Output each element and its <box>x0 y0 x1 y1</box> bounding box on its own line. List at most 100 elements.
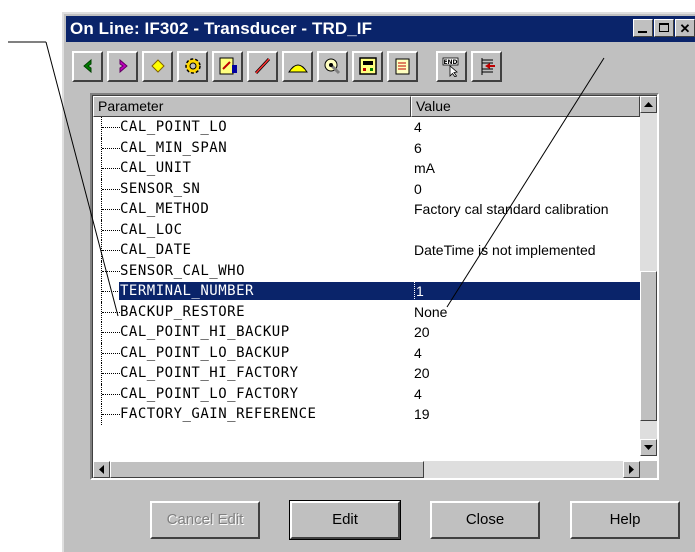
parameter-name: TERMINAL_NUMBER <box>120 283 254 299</box>
display-device-button[interactable] <box>352 50 383 82</box>
parameter-name: CAL_LOC <box>120 221 183 238</box>
parameter-name: CAL_POINT_LO <box>120 119 228 135</box>
table-row[interactable]: CAL_MIN_SPAN 6 <box>93 137 640 158</box>
wrench-globe-icon <box>324 58 340 75</box>
parameter-name: SENSOR_SN <box>120 180 201 197</box>
horizontal-scroll-thumb[interactable] <box>110 461 424 478</box>
display-device-icon <box>358 57 377 75</box>
parameter-name: CAL_METHOD <box>120 201 210 217</box>
parameter-name: CAL_POINT_HI_BACKUP <box>120 324 290 340</box>
parameter-value: Factory cal standard calibration <box>414 201 609 217</box>
help-button[interactable]: Help <box>570 501 680 539</box>
parameter-name: SENSOR_CAL_WHO <box>120 262 246 279</box>
table-row[interactable]: BACKUP_RESTORE None <box>93 301 640 322</box>
table-row[interactable]: SENSOR_SN 0 <box>93 178 640 199</box>
header-parameter[interactable]: Parameter <box>93 96 411 117</box>
table-row[interactable]: SENSOR_CAL_WHO <box>93 260 640 281</box>
parameter-name: CAL_POINT_HI_FACTORY <box>120 365 299 381</box>
chart-icon <box>287 64 308 73</box>
vertical-scroll-thumb[interactable] <box>640 271 657 421</box>
end-button[interactable]: END <box>436 50 467 82</box>
meter-button[interactable] <box>212 50 243 82</box>
parameter-value: 6 <box>414 139 422 156</box>
table-row[interactable]: CAL_POINT_LO_FACTORY 4 <box>93 383 640 404</box>
parameter-value: 20 <box>414 324 430 340</box>
parameter-name: FACTORY_GAIN_REFERENCE <box>120 406 317 422</box>
scroll-right-button[interactable] <box>623 461 640 478</box>
scroll-up-button[interactable] <box>640 96 657 113</box>
minimize-icon <box>638 31 647 33</box>
parameter-rows: CAL_POINT_LO 4 CAL_MIN_SPAN 6 CAL_UNIT mA SENS… <box>93 117 640 456</box>
scroll-left-button[interactable] <box>93 461 110 478</box>
parameter-value: None <box>414 303 448 320</box>
list-arrow-button[interactable] <box>471 50 502 82</box>
parameter-name: CAL_MIN_SPAN <box>120 139 228 156</box>
horizontal-scrollbar[interactable] <box>93 461 640 478</box>
left-arrow-icon <box>98 465 104 474</box>
close-icon: ✕ <box>679 20 691 36</box>
scroll-down-button[interactable] <box>640 439 657 456</box>
parameter-name: CAL_POINT_LO_BACKUP <box>120 344 290 361</box>
scroll-icon <box>395 58 409 75</box>
title-bar[interactable]: On Line: IF302 - Transducer - TRD_IF ✕ <box>66 16 695 42</box>
cancel-edit-button[interactable]: Cancel Edit <box>150 501 260 539</box>
parameter-value-editor[interactable]: 1 <box>414 281 424 301</box>
end-cursor-icon: END <box>442 57 458 77</box>
down-arrow-icon <box>644 444 653 450</box>
diamond-button[interactable] <box>142 50 173 82</box>
trend-button[interactable] <box>282 50 313 82</box>
parameter-grid: Parameter Value CAL_POINT_LO 4 CAL_MIN_SPA… <box>90 93 659 480</box>
gear-icon <box>184 58 201 74</box>
up-arrow-icon <box>644 101 653 107</box>
transducer-window: On Line: IF302 - Transducer - TRD_IF ✕ E… <box>62 12 695 552</box>
parameter-value: mA <box>414 160 435 176</box>
close-button[interactable]: Close <box>430 501 540 539</box>
table-row[interactable]: CAL_POINT_LO_BACKUP 4 <box>93 342 640 363</box>
parameter-value: 20 <box>414 365 430 381</box>
table-row[interactable]: FACTORY_GAIN_REFERENCE 19 <box>93 404 640 425</box>
parameter-name: BACKUP_RESTORE <box>120 303 246 320</box>
minimize-button[interactable] <box>633 19 653 37</box>
parameter-name: CAL_DATE <box>120 242 192 258</box>
list-arrow-icon <box>481 58 495 75</box>
dialog-buttons: Cancel Edit Edit Close Help <box>64 500 695 541</box>
meter-icon <box>219 57 237 75</box>
parameter-value: 19 <box>414 406 430 422</box>
maximize-button[interactable] <box>654 19 674 37</box>
toolbar: END <box>66 47 695 85</box>
parameter-name: CAL_UNIT <box>120 160 192 176</box>
scroll-button[interactable] <box>387 50 418 82</box>
parameter-value: DateTime is not implemented <box>414 242 596 258</box>
table-row[interactable]: CAL_DATE DateTime is not implemented <box>93 240 640 261</box>
window-controls: ✕ <box>633 19 695 37</box>
table-row[interactable]: CAL_LOC <box>93 219 640 240</box>
parameter-name: CAL_POINT_LO_FACTORY <box>120 385 299 402</box>
table-row[interactable]: CAL_POINT_LO 4 <box>93 117 640 138</box>
scroll-corner <box>640 461 657 478</box>
wrench-globe-button[interactable] <box>317 50 348 82</box>
forward-button[interactable] <box>107 50 138 82</box>
table-row[interactable]: CAL_UNIT mA <box>93 158 640 179</box>
grid-header: Parameter Value <box>93 96 640 117</box>
end-icon-label: END <box>443 59 457 66</box>
right-arrow-icon <box>628 465 634 474</box>
header-value[interactable]: Value <box>411 96 640 117</box>
table-row[interactable]: CAL_POINT_HI_BACKUP 20 <box>93 322 640 343</box>
pen-button[interactable] <box>247 50 278 82</box>
back-arrow-icon <box>82 58 91 74</box>
table-row[interactable]: CAL_METHOD Factory cal standard calibrati… <box>93 199 640 220</box>
back-button[interactable] <box>72 50 103 82</box>
table-row-selected[interactable]: TERMINAL_NUMBER 1 <box>93 281 640 302</box>
gear-button[interactable] <box>177 50 208 82</box>
parameter-value: 4 <box>414 119 422 135</box>
table-row[interactable]: CAL_POINT_HI_FACTORY 20 <box>93 363 640 384</box>
parameter-value: 4 <box>414 385 422 402</box>
maximize-icon <box>659 23 669 32</box>
close-window-button[interactable]: ✕ <box>675 19 695 37</box>
edit-button[interactable]: Edit <box>289 500 401 540</box>
vertical-scrollbar[interactable] <box>640 96 657 456</box>
diamond-icon <box>150 59 165 73</box>
forward-arrow-icon <box>119 58 128 74</box>
window-title: On Line: IF302 - Transducer - TRD_IF <box>70 19 373 38</box>
pen-icon <box>254 57 270 75</box>
